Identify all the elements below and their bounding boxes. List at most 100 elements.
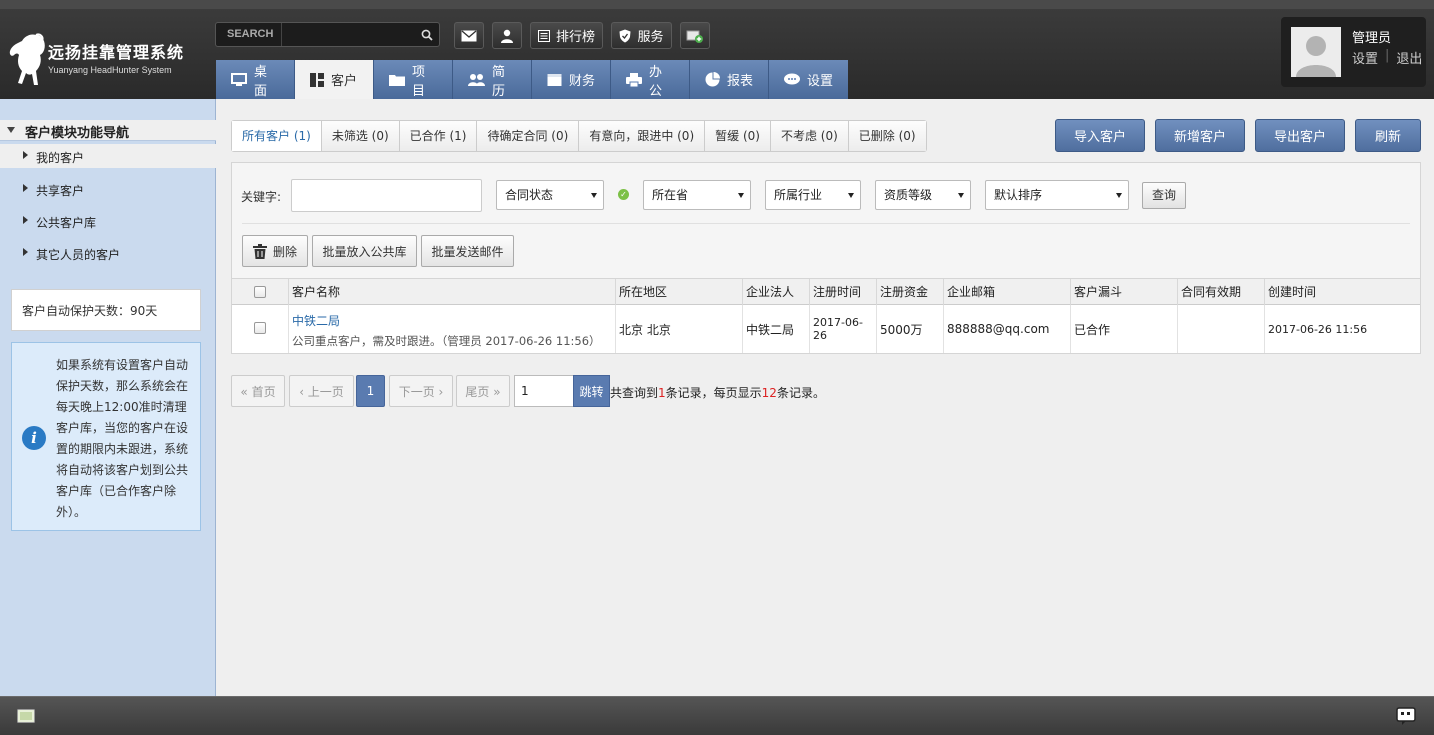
filter-not-considered[interactable]: 不考虑 (0) (770, 121, 849, 151)
chat-icon (784, 73, 800, 85)
th-funnel[interactable]: 客户漏斗 (1070, 279, 1177, 305)
query-button[interactable]: 查询 (1142, 182, 1186, 209)
sidebar-item-label: 其它人员的客户 (36, 248, 121, 262)
tab-desktop[interactable]: 桌面 (216, 60, 295, 99)
search-button[interactable] (417, 25, 437, 44)
chevron-down-icon (958, 193, 964, 198)
keyword-input[interactable] (291, 179, 482, 212)
province-select[interactable]: 所在省 (643, 180, 751, 210)
th-contract[interactable]: 合同有效期 (1177, 279, 1264, 305)
logout-link[interactable]: 退出 (1396, 48, 1422, 67)
tab-label: 报表 (727, 74, 754, 89)
td-reg-date: 2017-06-26 (809, 305, 876, 353)
ranking-button[interactable]: 排行榜 (530, 22, 603, 49)
tab-settings[interactable]: 设置 (769, 60, 848, 99)
add-customer-button[interactable]: 新增客户 (1155, 119, 1245, 152)
filter-following[interactable]: 有意向，跟进中 (0) (579, 121, 706, 151)
next-page-button[interactable]: 下一页 › (389, 375, 453, 407)
tab-label: 项目 (412, 64, 426, 99)
footer-bar (0, 696, 1434, 735)
tab-projects[interactable]: 项目 (374, 60, 453, 99)
table-header: 客户名称 所在地区 企业法人 注册时间 注册资金 企业邮箱 客户漏斗 合同有效期… (232, 279, 1420, 305)
tab-finance[interactable]: 财务 (532, 60, 611, 99)
send-mail-button[interactable]: 批量发送邮件 (421, 235, 514, 267)
service-button[interactable]: 服务 (611, 22, 672, 49)
th-capital[interactable]: 注册资金 (876, 279, 943, 305)
td-contract (1177, 305, 1264, 353)
current-page-button[interactable]: 1 (356, 375, 385, 407)
user-panel: 管理员 设置 | 退出 (1281, 17, 1426, 87)
filter-deleted[interactable]: 已删除 (0) (848, 121, 926, 151)
panel-divider (242, 223, 1410, 224)
settings-link[interactable]: 设置 (1352, 48, 1378, 67)
filter-unscreened[interactable]: 未筛选 (0) (321, 121, 400, 151)
sidebar-heading-label: 客户模块功能导航 (25, 126, 130, 141)
th-legal[interactable]: 企业法人 (742, 279, 809, 305)
chevron-down-icon (848, 193, 854, 198)
sidebar-heading[interactable]: 客户模块功能导航 (0, 120, 216, 141)
trash-icon (252, 243, 267, 259)
status-help-icon[interactable]: ✓ (618, 189, 629, 200)
feedback-icon[interactable] (1396, 707, 1416, 725)
prev-page-button[interactable]: ‹ 上一页 (289, 375, 354, 407)
tab-label: 客户 (331, 74, 358, 89)
th-reg-date[interactable]: 注册时间 (809, 279, 876, 305)
mail-button[interactable] (454, 22, 484, 49)
sidebar-item-public-pool[interactable]: 公共客户库 (0, 209, 216, 233)
search-icon (421, 29, 433, 41)
sort-select[interactable]: 默认排序 (985, 180, 1129, 210)
screen-icon[interactable] (17, 709, 35, 723)
sidebar-item-label: 我的客户 (36, 151, 85, 165)
select-value: 所在省 (652, 188, 689, 202)
qualification-select[interactable]: 资质等级 (875, 180, 971, 210)
info-text: 如果系统有设置客户自动保护天数，那么系统会在每天晚上12:00准时清理客户库，当… (56, 358, 189, 519)
sidebar-item-shared-customers[interactable]: 共享客户 (0, 177, 216, 201)
sidebar-item-my-customers[interactable]: 我的客户 (0, 144, 216, 168)
select-all-checkbox[interactable] (254, 286, 266, 298)
td-region: 北京 北京 (615, 305, 742, 353)
add-screen-button[interactable] (680, 22, 710, 49)
search-input[interactable] (283, 24, 415, 45)
user-links: 设置 | 退出 (1352, 48, 1422, 67)
td-capital: 5000万 (876, 305, 943, 353)
customer-name-link[interactable]: 中铁二局 (292, 312, 340, 329)
link-separator: | (1385, 48, 1390, 63)
import-button[interactable]: 导入客户 (1055, 119, 1145, 152)
filter-pending-contract[interactable]: 待确定合同 (0) (477, 121, 580, 151)
tab-customers[interactable]: 客户 (295, 60, 374, 99)
row-checkbox[interactable] (254, 322, 266, 334)
chevron-down-icon (591, 193, 597, 198)
filter-all[interactable]: 所有客户 (1) (232, 121, 322, 151)
first-page-button[interactable]: « 首页 (231, 375, 285, 407)
collapse-arrow-icon (7, 127, 15, 133)
avatar[interactable] (1291, 27, 1341, 77)
jump-button[interactable]: 跳转 (573, 375, 610, 407)
tab-label: 设置 (807, 74, 834, 89)
delete-button[interactable]: 删除 (242, 235, 308, 267)
brand-logo[interactable]: 远扬挂靠管理系统 Yuanyang HeadHunter System (6, 31, 206, 91)
tab-resumes[interactable]: 简历 (453, 60, 532, 99)
contract-status-select[interactable]: 合同状态 (496, 180, 604, 210)
th-email[interactable]: 企业邮箱 (943, 279, 1070, 305)
th-region[interactable]: 所在地区 (615, 279, 742, 305)
profile-button[interactable] (492, 22, 522, 49)
ranking-icon (537, 29, 550, 42)
th-customer-name[interactable]: 客户名称 (288, 279, 615, 305)
calendar-icon (547, 73, 562, 86)
refresh-button[interactable]: 刷新 (1355, 119, 1421, 152)
page-number-input[interactable]: 1 (514, 375, 574, 407)
sidebar-item-others-customers[interactable]: 其它人员的客户 (0, 241, 216, 265)
page-info-prefix: 共查询到 (610, 386, 659, 400)
move-to-public-button[interactable]: 批量放入公共库 (312, 235, 417, 267)
tab-office[interactable]: 办公 (611, 60, 690, 99)
tab-label: 简历 (492, 64, 506, 99)
industry-select[interactable]: 所属行业 (765, 180, 861, 210)
default-avatar-icon (1291, 27, 1341, 77)
tab-reports[interactable]: 报表 (690, 60, 769, 99)
th-created[interactable]: 创建时间 (1264, 279, 1420, 305)
last-page-button[interactable]: 尾页 » (456, 375, 510, 407)
export-button[interactable]: 导出客户 (1255, 119, 1345, 152)
filter-postponed[interactable]: 暂缓 (0) (705, 121, 771, 151)
filter-cooperated[interactable]: 已合作 (1) (399, 121, 478, 151)
chevron-down-icon (1116, 193, 1122, 198)
